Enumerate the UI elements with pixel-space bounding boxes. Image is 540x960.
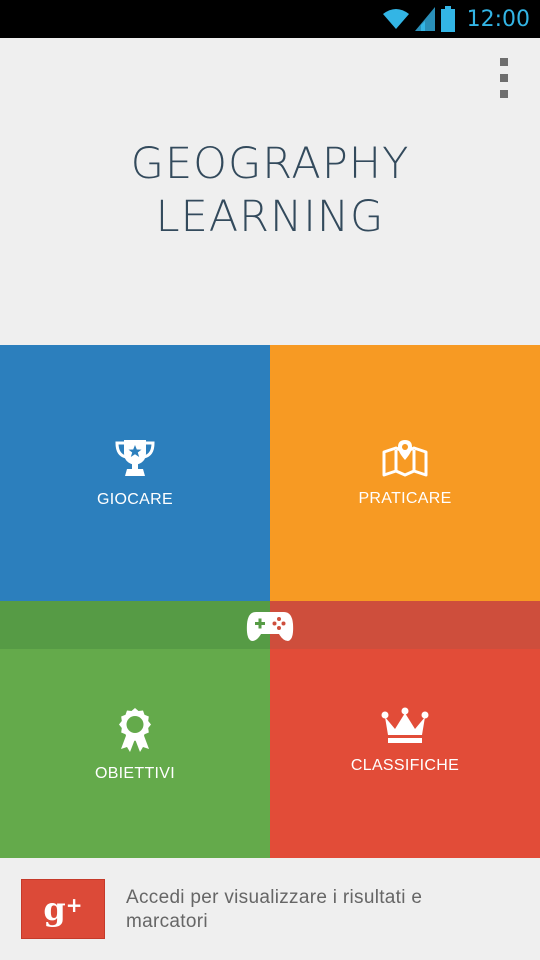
google-plus-signin-button[interactable]: g+ <box>21 879 105 939</box>
overflow-dot <box>500 90 508 98</box>
status-icons: 12:00 <box>382 0 530 38</box>
google-plus-icon: g+ <box>43 890 82 928</box>
center-band-left <box>0 601 270 649</box>
google-plus-plus: + <box>65 893 83 917</box>
status-bar: 12:00 <box>0 0 540 38</box>
overflow-menu-icon <box>500 58 508 66</box>
overflow-dot <box>500 74 508 82</box>
award-ribbon-icon <box>119 708 151 752</box>
wifi-icon <box>382 9 409 29</box>
achievements-tile-label: OBIETTIVI <box>94 765 176 782</box>
status-clock: 12:00 <box>466 6 530 32</box>
game-controller-icon[interactable] <box>246 608 294 644</box>
play-tile-label: GIOCARE <box>97 491 173 508</box>
trophy-icon <box>115 440 155 476</box>
leaderboards-tile-label: CLASSIFICHE <box>350 757 460 774</box>
header: GEOGRAPHY LEARNING <box>0 38 540 345</box>
leaderboards-tile[interactable]: CLASSIFICHE <box>270 649 540 858</box>
cell-signal-icon <box>414 7 435 31</box>
signin-bar: g+ Accedi per visualizzare i risultati e… <box>0 858 540 960</box>
app-title-line2: LEARNING <box>155 192 385 242</box>
overflow-menu-button[interactable] <box>494 58 514 98</box>
crown-icon <box>381 707 429 743</box>
signin-prompt-text: Accedi per visualizzare i risultati e ma… <box>126 887 423 932</box>
center-band-right <box>270 601 540 649</box>
practice-tile[interactable]: PRATICARE <box>270 345 540 601</box>
google-plus-g: g <box>43 890 66 928</box>
battery-icon <box>440 6 455 32</box>
map-pin-icon <box>382 440 428 477</box>
app-title-line1: GEOGRAPHY <box>130 139 410 189</box>
app-title: GEOGRAPHY LEARNING <box>0 138 540 244</box>
play-tile[interactable]: GIOCARE <box>0 345 270 601</box>
practice-tile-label: PRATICARE <box>358 490 452 507</box>
achievements-tile[interactable]: OBIETTIVI <box>0 649 270 858</box>
